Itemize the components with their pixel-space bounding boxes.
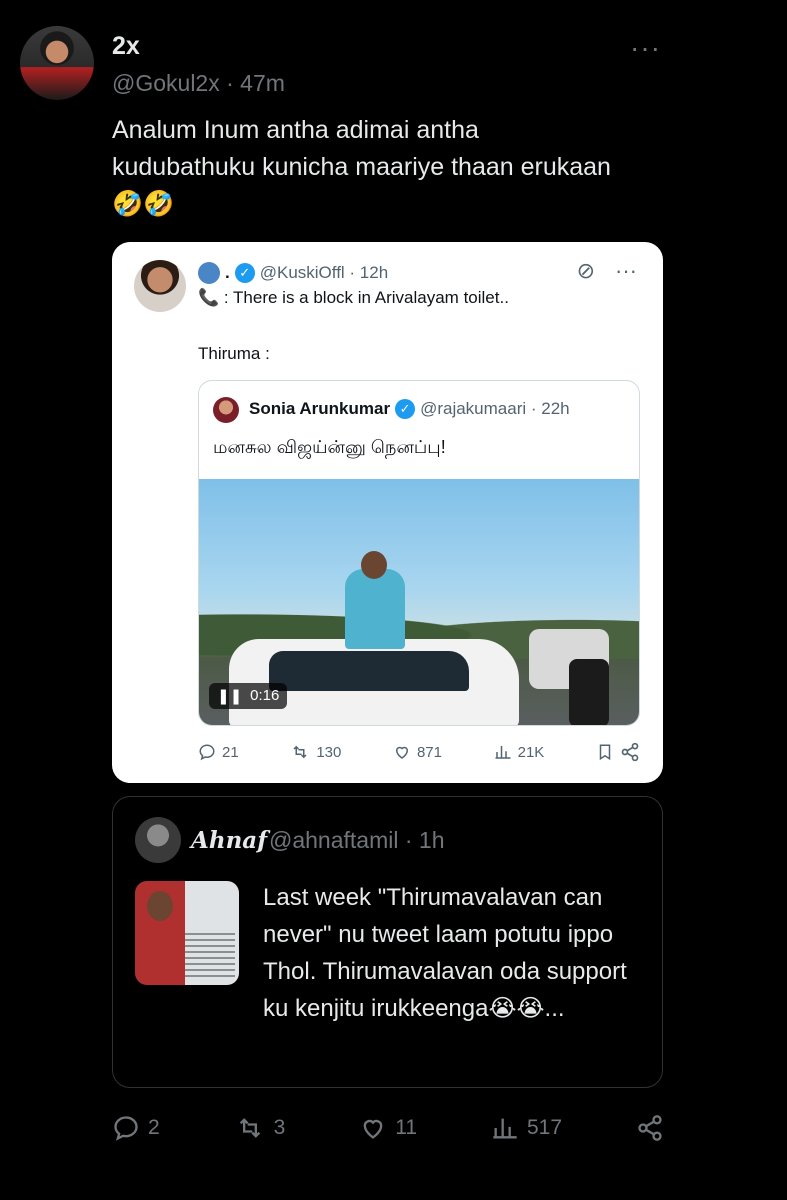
bookmark-icon: [599, 744, 611, 761]
quoted-name: Ahnaf: [191, 827, 268, 854]
screenshot-repost: 130: [290, 743, 341, 761]
reply-button[interactable]: 2: [112, 1114, 160, 1142]
repost-icon: [239, 1118, 260, 1138]
thumbnail-face: [147, 891, 173, 921]
heart-icon: [395, 746, 408, 759]
verified-badge-icon: ✓: [395, 399, 416, 419]
screenshot-line2: Thiruma :: [198, 344, 270, 363]
screenshot-more-icon: ···: [615, 258, 637, 283]
share-icon: [638, 1115, 662, 1141]
screenshot-repost-count: 130: [316, 743, 342, 761]
inner-avatar: [213, 397, 239, 423]
person: [345, 569, 405, 649]
screenshot-icons: ⊘ ···: [577, 258, 637, 284]
video-thumbnail: ❚❚ 0:16: [199, 479, 639, 725]
video-time: 0:16: [250, 687, 280, 704]
dot-separator: .: [225, 263, 230, 282]
repost-count: 3: [273, 1116, 286, 1139]
screenshot-line1: 📞 : There is a block in Arivalayam toile…: [198, 288, 509, 307]
screenshot-like-count: 871: [416, 743, 442, 761]
car-window: [269, 651, 469, 691]
quoted-media-thumbnail[interactable]: [135, 881, 239, 985]
author-handle-time[interactable]: @Gokul2x · 47m: [112, 70, 285, 97]
author-avatar[interactable]: [20, 26, 94, 100]
flag-icon: [198, 262, 220, 284]
repost-icon: [293, 745, 307, 759]
like-button[interactable]: 11: [359, 1114, 417, 1142]
screenshot-card[interactable]: . ✓ @KuskiOffl · 12h ⊘ ··· 📞 : There is …: [112, 242, 663, 783]
author-name[interactable]: 2x: [112, 32, 140, 61]
screenshot-reply-count: 21: [222, 743, 239, 761]
quoted-tweet-card[interactable]: Ahnaf @ahnaftamil · 1h Last week "Thirum…: [112, 796, 663, 1088]
reply-icon: [114, 1116, 138, 1141]
reply-icon: [199, 744, 215, 761]
screenshot-views: 21K: [494, 743, 545, 761]
like-count: 11: [395, 1116, 418, 1139]
heart-icon: [363, 1119, 383, 1139]
person-head: [361, 551, 387, 579]
pause-icon: ❚❚: [217, 688, 243, 705]
share-icon: [621, 742, 639, 762]
screenshot-actions: 21 130 871 21K: [198, 742, 640, 762]
verified-badge-icon: ✓: [234, 263, 255, 283]
views-count: 517: [527, 1116, 563, 1139]
views-icon: [493, 1118, 517, 1139]
grok-icon: ⊘: [576, 258, 596, 283]
inner-quote-card: Sonia Arunkumar ✓ @rajakumaari · 22h மனச…: [198, 380, 640, 726]
screenshot-header: . ✓ @KuskiOffl · 12h: [198, 262, 388, 284]
inner-header: Sonia Arunkumar ✓ @rajakumaari · 22h: [249, 399, 570, 419]
inner-text: மனசுல விஜய்ன்னு நெனப்பு!: [213, 437, 446, 457]
quoted-avatar: [135, 817, 181, 863]
share-button[interactable]: [636, 1114, 664, 1142]
inner-name: Sonia Arunkumar: [249, 399, 391, 418]
screenshot-like: 871: [393, 743, 442, 761]
video-timer: ❚❚ 0:16: [209, 683, 288, 709]
screenshot-avatar: [134, 260, 186, 312]
reply-count: 2: [148, 1116, 160, 1139]
views-icon: [495, 746, 511, 759]
more-options-icon[interactable]: ···: [630, 32, 661, 64]
quoted-handle-time: @ahnaftamil · 1h: [269, 827, 445, 853]
screenshot-bookmark-share: [596, 742, 640, 762]
repost-button[interactable]: 3: [234, 1114, 286, 1142]
thumbnail-news-text: [185, 933, 235, 977]
inner-handle: @rajakumaari · 22h: [420, 399, 570, 418]
screenshot-reply: 21: [198, 743, 239, 761]
tweet-actions: 2 3 11 517: [112, 1114, 664, 1142]
screenshot-handle: @KuskiOffl · 12h: [259, 263, 389, 282]
screenshot-views-count: 21K: [517, 743, 545, 761]
views-button[interactable]: 517: [491, 1114, 562, 1142]
motorbike: [569, 659, 609, 725]
tweet-text: Analum Inum antha adimai antha kudubathu…: [112, 116, 611, 218]
quoted-text: Last week "Thirumavalavan can never" nu …: [263, 884, 627, 1022]
